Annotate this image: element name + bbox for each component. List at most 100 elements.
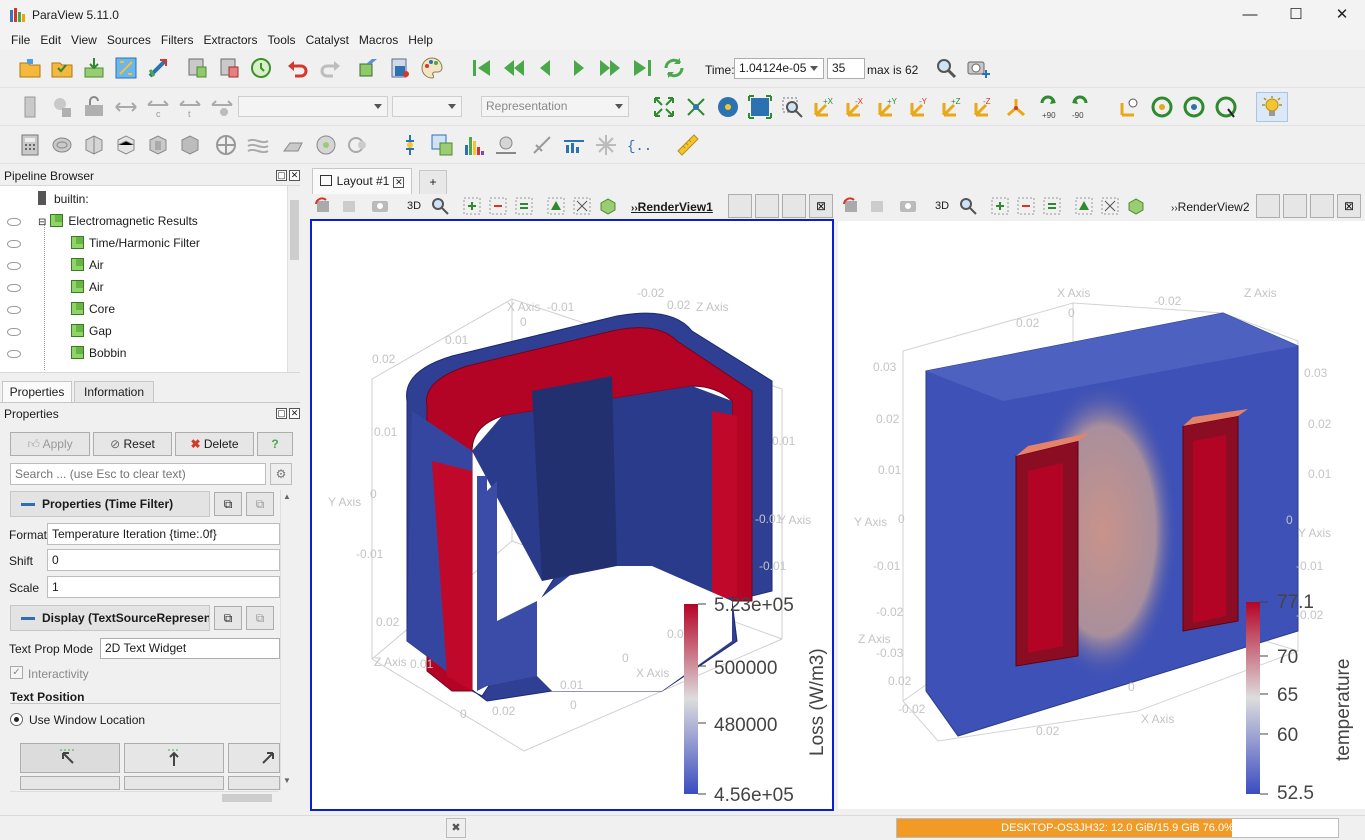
last-frame-icon[interactable] [630,56,654,80]
select-frustum-icon[interactable] [514,196,534,216]
rescale-custom-icon[interactable] [114,95,138,119]
view-screenshot-icon[interactable] [898,196,918,216]
view1-name[interactable]: ››RenderView1 [631,200,713,214]
memory-indicator[interactable]: DESKTOP-OS3JH32: 12.0 GiB/15.9 GiB 76.0% [896,818,1339,838]
split-vertical-icon[interactable] [1283,194,1307,218]
tab-information[interactable]: Information [74,381,154,403]
pipeline-scrollbar[interactable] [287,186,300,372]
zoom-closest-icon[interactable] [748,95,772,119]
pipeline-item[interactable]: Core [71,298,115,320]
view-camera-undo-icon[interactable] [842,196,862,216]
python-script-icon[interactable]: {..} [626,133,650,157]
help-button[interactable]: ? [257,432,293,456]
menu-extractors[interactable]: Extractors [199,31,263,47]
position-left-button[interactable] [20,776,120,790]
view-minus-y-icon[interactable]: -Y [908,95,932,119]
view-camera-redo-icon[interactable] [340,196,360,216]
clear-status-icon[interactable]: ✖ [446,818,466,838]
plot-data-over-time-icon[interactable] [494,133,518,157]
screenshot-icon[interactable] [966,56,990,80]
time-combo[interactable]: 1.04124e-05 [734,58,824,79]
clip-icon[interactable] [82,133,106,157]
pipeline-item[interactable]: Gap [71,320,112,342]
add-layout-tab[interactable]: + [419,170,447,194]
view-plus-x-icon[interactable]: +X [812,95,836,119]
contour-icon[interactable] [50,133,74,157]
interaction-mode-icon[interactable] [1214,95,1238,119]
pipeline-item[interactable]: Bobbin [71,342,126,364]
plot-selection-icon[interactable] [430,133,454,157]
open-file-icon[interactable] [18,56,42,80]
position-right-button[interactable] [228,776,280,790]
float-panel-icon[interactable]: ▢ [276,170,287,181]
grow-selection-icon[interactable] [1126,196,1146,216]
menu-catalyst[interactable]: Catalyst [301,31,354,47]
minimize-button[interactable]: — [1227,0,1273,30]
calculator-icon[interactable] [18,133,42,157]
disconnect-icon[interactable] [217,56,241,80]
use-window-location-radio[interactable] [10,713,23,726]
reset-camera-icon[interactable] [652,95,676,119]
view-plus-y-icon[interactable]: +Y [876,95,900,119]
visibility-eye-icon[interactable] [7,262,21,270]
reset-button[interactable]: ⊘ Reset [93,432,172,456]
extract-level-icon[interactable] [346,133,370,157]
play-icon[interactable] [566,56,590,80]
zoom-to-data-icon[interactable] [716,95,740,119]
particle-tracer-icon[interactable] [594,133,618,157]
threshold-icon[interactable] [146,133,170,157]
grow-selection-icon[interactable] [598,196,618,216]
pick-center-icon[interactable] [1150,95,1174,119]
view1-3d-button[interactable]: 3D [407,200,421,212]
render-view-2[interactable]: 0.02 0 -0.02 0.03 0.03 0.02 0.02 0.01 0.… [838,221,1365,809]
view-camera-redo-icon[interactable] [868,196,888,216]
auto-apply-icon[interactable] [249,56,273,80]
search-input[interactable] [10,463,266,485]
extract-subset-icon[interactable] [178,133,202,157]
interactive-select-icon[interactable] [1100,196,1120,216]
undo-icon[interactable] [286,56,310,80]
temporal-statistics-icon[interactable] [562,133,586,157]
pipeline-item[interactable]: Air [71,254,104,276]
reverse-icon[interactable] [534,56,558,80]
pipeline-item[interactable]: Time/Harmonic Filter [71,232,200,254]
view-zoom-box-icon[interactable] [958,196,978,216]
interactive-select-icon[interactable] [572,196,592,216]
edit-color-map-icon[interactable] [50,95,74,119]
split-horizontal-icon[interactable] [1256,194,1280,218]
view-zoom-box-icon[interactable] [430,196,450,216]
view-plus-z-icon[interactable]: +Z [940,95,964,119]
rescale-custom-c-icon[interactable]: c [146,95,170,119]
pipeline-item[interactable]: ⊟ Electromagnetic Results [38,210,198,232]
close-view-icon[interactable]: ⊠ [1337,194,1361,218]
split-horizontal-icon[interactable] [728,194,752,218]
variable-combo[interactable] [238,96,388,117]
rescale-visible-icon[interactable] [210,95,234,119]
menu-macros[interactable]: Macros [354,31,403,47]
shift-field[interactable]: 0 [47,549,280,571]
position-center-button[interactable] [124,776,224,790]
ruler-icon[interactable] [676,133,700,157]
glyph-icon[interactable] [214,133,238,157]
select-frustum-icon[interactable] [1042,196,1062,216]
zoom-to-box-icon[interactable] [780,95,804,119]
properties-hscrollbar[interactable] [10,791,278,804]
palette-icon[interactable] [420,56,444,80]
maximize-view-icon[interactable] [782,194,806,218]
section-properties-header[interactable]: Properties (Time Filter) [10,491,210,517]
color-legend-toggle-icon[interactable] [18,95,42,119]
visibility-eye-icon[interactable] [7,306,21,314]
render-view-1[interactable]: -0.01 -0.02 0.02 0 0.01 0.02 0.01 0 -0.0… [310,219,834,811]
reset-range-icon[interactable] [82,95,106,119]
copy-display-icon[interactable]: ⧉ [214,606,242,630]
view2-3d-button[interactable]: 3D [935,200,949,212]
menu-tools[interactable]: Tools [263,31,301,47]
reset-camera-closest-icon[interactable] [684,95,708,119]
menu-view[interactable]: View [66,31,102,47]
first-frame-icon[interactable] [470,56,494,80]
view-minus-x-icon[interactable]: -X [844,95,868,119]
select-points-on-icon[interactable] [488,196,508,216]
recent-files-icon[interactable] [50,56,74,80]
select-cells-on-icon[interactable] [462,196,482,216]
float-panel-icon[interactable]: ▢ [276,408,287,419]
